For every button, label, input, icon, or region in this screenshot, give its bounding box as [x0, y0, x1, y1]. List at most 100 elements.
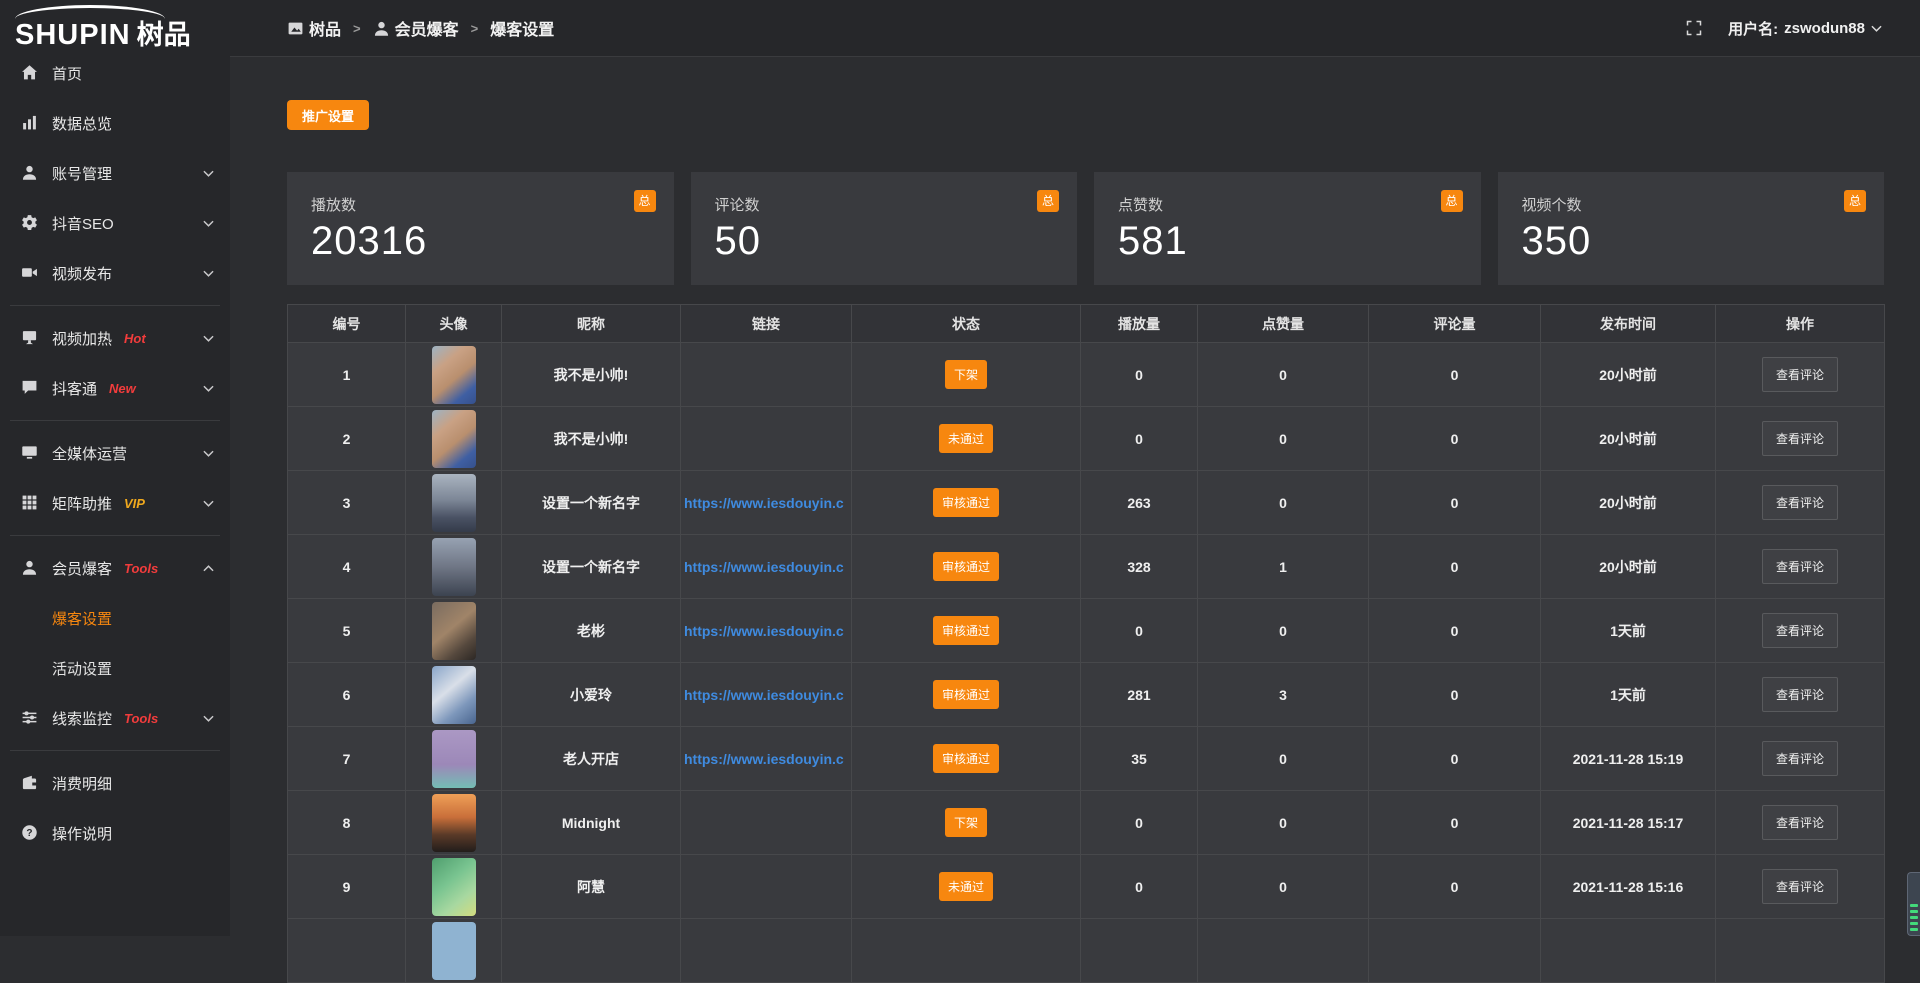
widget-bar: [1910, 916, 1918, 919]
cell-likes: 0: [1198, 791, 1369, 855]
breadcrumb-label: 会员爆客: [395, 16, 459, 40]
stat-label: 视频个数: [1522, 194, 1861, 215]
cell-comments: 0: [1369, 727, 1541, 791]
view-comments-button[interactable]: 查看评论: [1762, 421, 1838, 456]
status-badge: 审核通过: [933, 744, 999, 773]
chevron-down-icon: [203, 450, 214, 457]
sidebar-item[interactable]: 视频发布: [0, 248, 230, 298]
cell-number: [288, 919, 406, 983]
video-camera-icon: [21, 264, 39, 282]
video-link[interactable]: https://www.iesdouyin.c: [681, 751, 851, 767]
table-header-row: 编号头像昵称链接状态播放量点赞量评论量发布时间操作: [288, 305, 1885, 343]
cell-comments: 0: [1369, 791, 1541, 855]
sidebar-item-label: 抖客通: [52, 378, 97, 399]
cell-plays: 0: [1081, 855, 1198, 919]
stat-label: 点赞数: [1118, 194, 1457, 215]
page-title: 爆客设置: [490, 16, 554, 40]
avatar: [432, 922, 476, 980]
cell-time: 1天前: [1541, 663, 1716, 727]
column-header: 编号: [288, 305, 406, 343]
cell-nickname: 我不是小帅!: [502, 407, 681, 471]
view-comments-button[interactable]: 查看评论: [1762, 485, 1838, 520]
sidebar-item[interactable]: 会员爆客 Tools: [0, 543, 230, 593]
view-comments-button[interactable]: 查看评论: [1762, 869, 1838, 904]
view-comments-button[interactable]: 查看评论: [1762, 357, 1838, 392]
cell-likes: 0: [1198, 599, 1369, 663]
cell-time: 2021-11-28 15:19: [1541, 727, 1716, 791]
sidebar-item[interactable]: 矩阵助推 VIP: [0, 478, 230, 528]
sidebar-item-label: 矩阵助推: [52, 493, 112, 514]
view-comments-button[interactable]: 查看评论: [1762, 805, 1838, 840]
fullscreen-icon[interactable]: [1686, 20, 1702, 36]
sidebar-item[interactable]: 视频加热 Hot: [0, 313, 230, 363]
table-row: 2 我不是小帅! 未通过 0 0 0 20小时前 查看评论: [288, 407, 1885, 471]
logo-text-cn: 树品: [137, 20, 191, 50]
cell-plays: [1081, 919, 1198, 983]
cell-number: 4: [288, 535, 406, 599]
avatar: [432, 730, 476, 788]
sidebar-item[interactable]: 账号管理: [0, 148, 230, 198]
username[interactable]: zswodun88: [1784, 20, 1865, 37]
sidebar-item[interactable]: 抖客通 New: [0, 363, 230, 413]
videos-table: 编号头像昵称链接状态播放量点赞量评论量发布时间操作 1 我不是小帅! 下架 0 …: [287, 304, 1885, 983]
sidebar-nav: 首页 数据总览 账号管理 抖音SEO 视频发布 视频加热 Hot 抖客通 New…: [0, 48, 230, 858]
chevron-down-icon[interactable]: [1871, 25, 1882, 32]
sidebar-item-badge: Tools: [124, 561, 158, 576]
sidebar-item-label: 抖音SEO: [52, 213, 114, 234]
table-row: 5 老彬 https://www.iesdouyin.c 审核通过 0 0 0 …: [288, 599, 1885, 663]
breadcrumb-separator: >: [471, 21, 479, 36]
column-header: 状态: [852, 305, 1081, 343]
sidebar-item[interactable]: 全媒体运营: [0, 428, 230, 478]
video-link[interactable]: https://www.iesdouyin.c: [681, 687, 851, 703]
chevron-down-icon: [203, 385, 214, 392]
sidebar-item[interactable]: 抖音SEO: [0, 198, 230, 248]
breadcrumb: 树品 > 会员爆客 > 爆客设置: [287, 16, 554, 40]
sidebar-item-label: 数据总览: [52, 113, 112, 134]
sidebar-item-label: 线索监控: [52, 708, 112, 729]
video-link[interactable]: https://www.iesdouyin.c: [681, 559, 851, 575]
sidebar-item-badge: Hot: [124, 331, 146, 346]
view-comments-button[interactable]: 查看评论: [1762, 613, 1838, 648]
sidebar-item[interactable]: 数据总览: [0, 98, 230, 148]
app-icon: [287, 20, 304, 37]
view-comments-button[interactable]: 查看评论: [1762, 741, 1838, 776]
table-row: 9 阿慧 未通过 0 0 0 2021-11-28 15:16 查看评论: [288, 855, 1885, 919]
breadcrumb-item-home[interactable]: 树品: [287, 16, 341, 40]
status-badge: 未通过: [939, 872, 993, 901]
chevron-down-icon: [203, 335, 214, 342]
cell-likes: 0: [1198, 343, 1369, 407]
cell-comments: 0: [1369, 855, 1541, 919]
cell-plays: 35: [1081, 727, 1198, 791]
sidebar-item[interactable]: 消费明细: [0, 758, 230, 808]
sidebar-item[interactable]: ? 操作说明: [0, 808, 230, 858]
video-link[interactable]: https://www.iesdouyin.c: [681, 623, 851, 639]
breadcrumb-item-current: 爆客设置: [490, 16, 554, 40]
view-comments-button[interactable]: 查看评论: [1762, 549, 1838, 584]
cell-number: 8: [288, 791, 406, 855]
cell-comments: 0: [1369, 343, 1541, 407]
sidebar-divider: [10, 420, 220, 421]
widget-bar: [1910, 928, 1918, 931]
view-comments-button[interactable]: 查看评论: [1762, 677, 1838, 712]
home-icon: [21, 64, 39, 82]
cell-time: 20小时前: [1541, 407, 1716, 471]
status-badge: 审核通过: [933, 616, 999, 645]
sidebar-item[interactable]: 首页: [0, 48, 230, 98]
cell-likes: 0: [1198, 471, 1369, 535]
cell-likes: 0: [1198, 855, 1369, 919]
main-content: 推广设置 总 播放数 20316 总 评论数 50 总 点赞数 581 总 视频…: [230, 57, 1920, 983]
video-link[interactable]: https://www.iesdouyin.c: [681, 495, 851, 511]
floating-widget[interactable]: [1907, 872, 1920, 936]
stat-cards-row: 总 播放数 20316 总 评论数 50 总 点赞数 581 总 视频个数 35…: [287, 172, 1884, 285]
sidebar-item[interactable]: 线索监控 Tools: [0, 693, 230, 743]
cell-number: 3: [288, 471, 406, 535]
status-badge: 审核通过: [933, 552, 999, 581]
promo-settings-button[interactable]: 推广设置: [287, 100, 369, 130]
widget-bar: [1910, 904, 1918, 907]
sidebar-subitem[interactable]: 爆客设置: [0, 593, 230, 643]
stat-value: 50: [715, 219, 1054, 264]
breadcrumb-item-member[interactable]: 会员爆客: [373, 16, 459, 40]
sidebar-item-label: 消费明细: [52, 773, 112, 794]
sidebar-subitem[interactable]: 活动设置: [0, 643, 230, 693]
sidebar-subitem-label: 活动设置: [52, 658, 112, 679]
